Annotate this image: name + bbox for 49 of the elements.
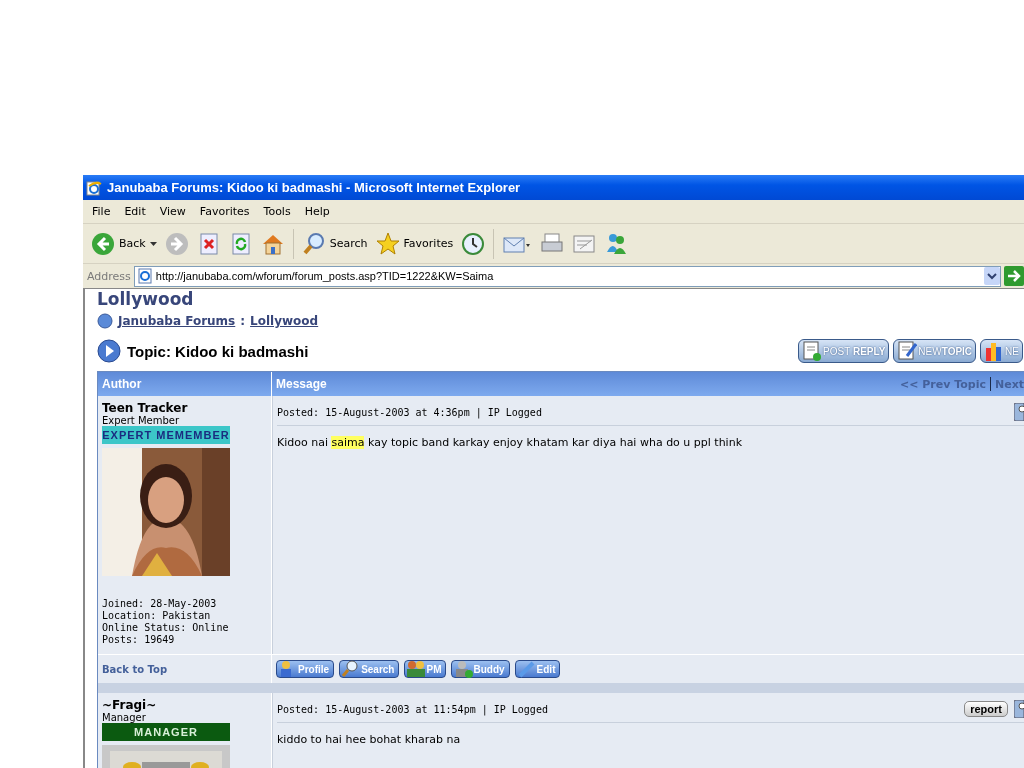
page-icon — [136, 268, 153, 284]
back-to-top-link[interactable]: Back to Top — [102, 663, 168, 675]
star-icon — [375, 231, 400, 256]
member-detail: Posts: 19649 — [102, 634, 176, 646]
member-detail: Location: Pakistan — [102, 610, 212, 622]
breadcrumb-link[interactable]: Lollywood — [250, 314, 319, 328]
address-label: Address — [87, 269, 131, 283]
author-name[interactable]: ~Fragi~ — [102, 698, 267, 712]
forum-title: Lollywood — [97, 289, 195, 309]
toolbar-favorites-button[interactable]: Favorites — [375, 231, 454, 256]
clock-icon[interactable] — [461, 231, 486, 256]
toolbar-search-button[interactable]: Search — [301, 231, 368, 256]
member-detail: Joined: 28-May-2003 — [102, 598, 218, 610]
rank-badge: MANAGER — [102, 723, 230, 741]
people-icon[interactable] — [604, 231, 629, 256]
topic-title: Topic: Kidoo ki badmashi — [127, 342, 309, 360]
search-icon — [301, 231, 326, 256]
document-add-icon — [802, 340, 823, 362]
menu-item[interactable]: File — [85, 205, 118, 218]
browser-icon — [86, 179, 102, 196]
breadcrumb-separator: : — [240, 314, 246, 328]
pencil-icon — [516, 660, 537, 678]
report-button[interactable]: report — [964, 701, 1008, 717]
post-date: Posted: 15-August-2003 at 4:36pm | IP Logged — [277, 406, 542, 418]
rank-badge: EXPERT MEMEMBER — [102, 426, 230, 444]
post-message: Kidoo nai saima kay topic band karkay enjoy khatam kar diya hai wha do u ppl think — [277, 436, 743, 449]
post-message: kiddo to hai hee bohat kharab na — [277, 733, 462, 746]
menu-item[interactable]: Help — [297, 205, 337, 218]
bullet-icon — [97, 313, 113, 329]
member-rank: Manager — [102, 712, 147, 723]
document-pen-icon — [897, 340, 918, 362]
play-icon — [97, 339, 121, 363]
member-detail: Online Status: Online — [102, 622, 230, 634]
address-field[interactable]: http://janubaba.com/wforum/forum_posts.asp?TID=1222&KW=Saima — [133, 265, 1001, 287]
menu-item[interactable]: Favorites — [192, 205, 257, 218]
menu-item[interactable]: Tools — [256, 205, 298, 218]
column-header: Message — [276, 376, 327, 393]
post-date: Posted: 15-August-2003 at 11:54pm | IP Logged — [277, 703, 548, 715]
breadcrumb-link[interactable]: Janubaba Forums — [118, 314, 236, 328]
member-rank: Expert Member — [102, 415, 181, 426]
window-title: Janubaba Forums: Kidoo ki badmashi - Microsoft Internet Explorer — [107, 180, 521, 195]
dropdown-arrow-icon — [149, 241, 157, 246]
menu-item[interactable]: Edit — [117, 205, 153, 218]
author-name[interactable]: Teen Tracker — [102, 401, 267, 415]
people-icon — [406, 660, 427, 678]
menu-item[interactable]: View — [152, 205, 193, 218]
person-add-icon — [453, 660, 474, 678]
go-arrow-icon[interactable] — [1004, 266, 1024, 286]
toolbar-back-button[interactable]: Back — [91, 231, 157, 256]
